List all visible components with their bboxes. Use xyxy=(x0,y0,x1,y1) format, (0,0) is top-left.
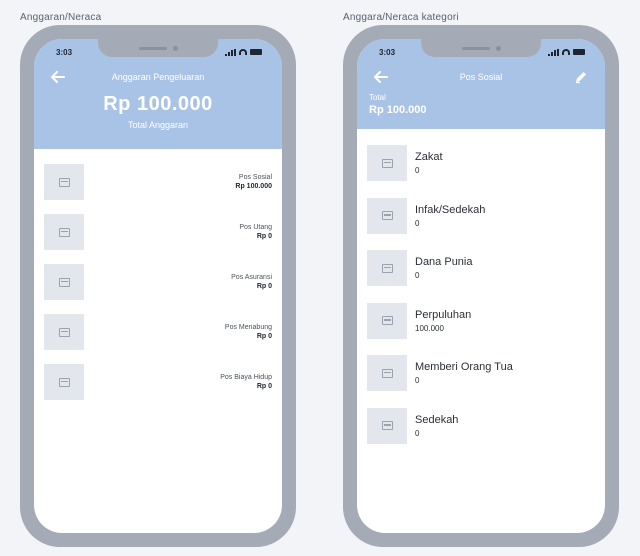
frame-label-right: Anggara/Neraca kategori xyxy=(343,12,459,23)
item-value: Rp 0 xyxy=(256,233,272,240)
item-value: 0 xyxy=(415,271,420,281)
wifi-icon xyxy=(239,49,247,55)
image-placeholder-icon xyxy=(44,214,84,250)
nav-row: Anggaran Pengeluaran xyxy=(34,65,282,89)
image-placeholder-icon xyxy=(367,355,407,392)
total-label: Total xyxy=(369,93,386,102)
item-name: Zakat xyxy=(415,151,443,164)
item-value: Rp 100.000 xyxy=(235,183,272,190)
list-item[interactable]: Dana Punia 0 xyxy=(367,242,595,295)
battery-icon xyxy=(573,49,585,55)
budget-header: 3:03 Anggaran Pengeluaran Rp 100.000 Tot… xyxy=(34,39,282,149)
battery-icon xyxy=(250,49,262,55)
nav-row: Pos Sosial xyxy=(357,65,605,89)
list-item[interactable]: Pos Menabung Rp 0 xyxy=(44,307,272,357)
list-item[interactable]: Memberi Orang Tua 0 xyxy=(367,347,595,400)
image-placeholder-icon xyxy=(367,250,407,287)
item-value: 0 xyxy=(415,376,420,386)
item-name: Dana Punia xyxy=(415,256,473,269)
item-name: Pos Asuransi xyxy=(231,274,272,281)
item-name: Infak/Sedekah xyxy=(415,203,486,216)
image-placeholder-icon xyxy=(44,364,84,400)
back-arrow-icon[interactable] xyxy=(48,67,68,87)
image-placeholder-icon xyxy=(367,197,407,234)
list-item[interactable]: Pos Asuransi Rp 0 xyxy=(44,257,272,307)
frame-label-left: Anggaran/Neraca xyxy=(20,12,102,23)
signal-icon xyxy=(548,48,559,56)
item-value: 0 xyxy=(415,428,420,438)
item-value: Rp 0 xyxy=(256,333,272,340)
pencil-icon[interactable] xyxy=(571,67,591,87)
status-time: 3:03 xyxy=(379,47,396,57)
subcategory-list: Zakat 0 Infak/Sedekah 0 Dana Punia 0 Perpul… xyxy=(357,129,605,452)
image-placeholder-icon xyxy=(367,407,407,444)
list-item[interactable]: Pos Utang Rp 0 xyxy=(44,207,272,257)
item-value: 100.000 xyxy=(415,323,444,333)
image-placeholder-icon xyxy=(44,164,84,200)
list-item[interactable]: Perpuluhan 100.000 xyxy=(367,295,595,348)
image-placeholder-icon xyxy=(44,314,84,350)
status-icons xyxy=(548,48,585,56)
phone-frame-category: 3:03 Pos Sosial Total Rp 100.000 Zakat 0… xyxy=(343,25,619,547)
item-value: 0 xyxy=(415,166,420,176)
status-bar: 3:03 xyxy=(357,39,605,65)
list-item[interactable]: Pos Sosial Rp 100.000 xyxy=(44,157,272,207)
phone-frame-budget: 3:03 Anggaran Pengeluaran Rp 100.000 Tot… xyxy=(20,25,296,547)
signal-icon xyxy=(225,48,236,56)
list-item[interactable]: Zakat 0 xyxy=(367,137,595,190)
total-value: Rp 100.000 xyxy=(369,104,427,116)
total-budget-amount: Rp 100.000 xyxy=(103,93,213,115)
item-name: Memberi Orang Tua xyxy=(415,361,513,374)
page-title: Anggaran Pengeluaran xyxy=(111,72,205,82)
back-arrow-icon[interactable] xyxy=(371,67,391,87)
total-budget-caption: Total Anggaran xyxy=(127,120,189,130)
category-screen: 3:03 Pos Sosial Total Rp 100.000 Zakat 0… xyxy=(357,39,605,533)
item-name: Perpuluhan xyxy=(415,308,472,321)
list-item[interactable]: Pos Biaya Hidup Rp 0 xyxy=(44,357,272,407)
item-name: Pos Menabung xyxy=(224,324,272,331)
item-name: Sedekah xyxy=(415,413,459,426)
item-value: 0 xyxy=(415,218,420,228)
list-item[interactable]: Sedekah 0 xyxy=(367,400,595,453)
status-time: 3:03 xyxy=(56,47,73,57)
category-header: 3:03 Pos Sosial Total Rp 100.000 xyxy=(357,39,605,129)
image-placeholder-icon xyxy=(367,302,407,339)
wifi-icon xyxy=(562,49,570,55)
item-value: Rp 0 xyxy=(256,383,272,390)
budget-screen: 3:03 Anggaran Pengeluaran Rp 100.000 Tot… xyxy=(34,39,282,533)
item-name: Pos Sosial xyxy=(238,174,272,181)
item-name: Pos Biaya Hidup xyxy=(220,374,272,381)
budget-category-list: Pos Sosial Rp 100.000 Pos Utang Rp 0 Pos A… xyxy=(34,149,282,407)
status-icons xyxy=(225,48,262,56)
image-placeholder-icon xyxy=(367,145,407,182)
item-name: Pos Utang xyxy=(239,224,272,231)
item-value: Rp 0 xyxy=(256,283,272,290)
status-bar: 3:03 xyxy=(34,39,282,65)
image-placeholder-icon xyxy=(44,264,84,300)
page-title: Pos Sosial xyxy=(459,72,503,82)
list-item[interactable]: Infak/Sedekah 0 xyxy=(367,190,595,243)
